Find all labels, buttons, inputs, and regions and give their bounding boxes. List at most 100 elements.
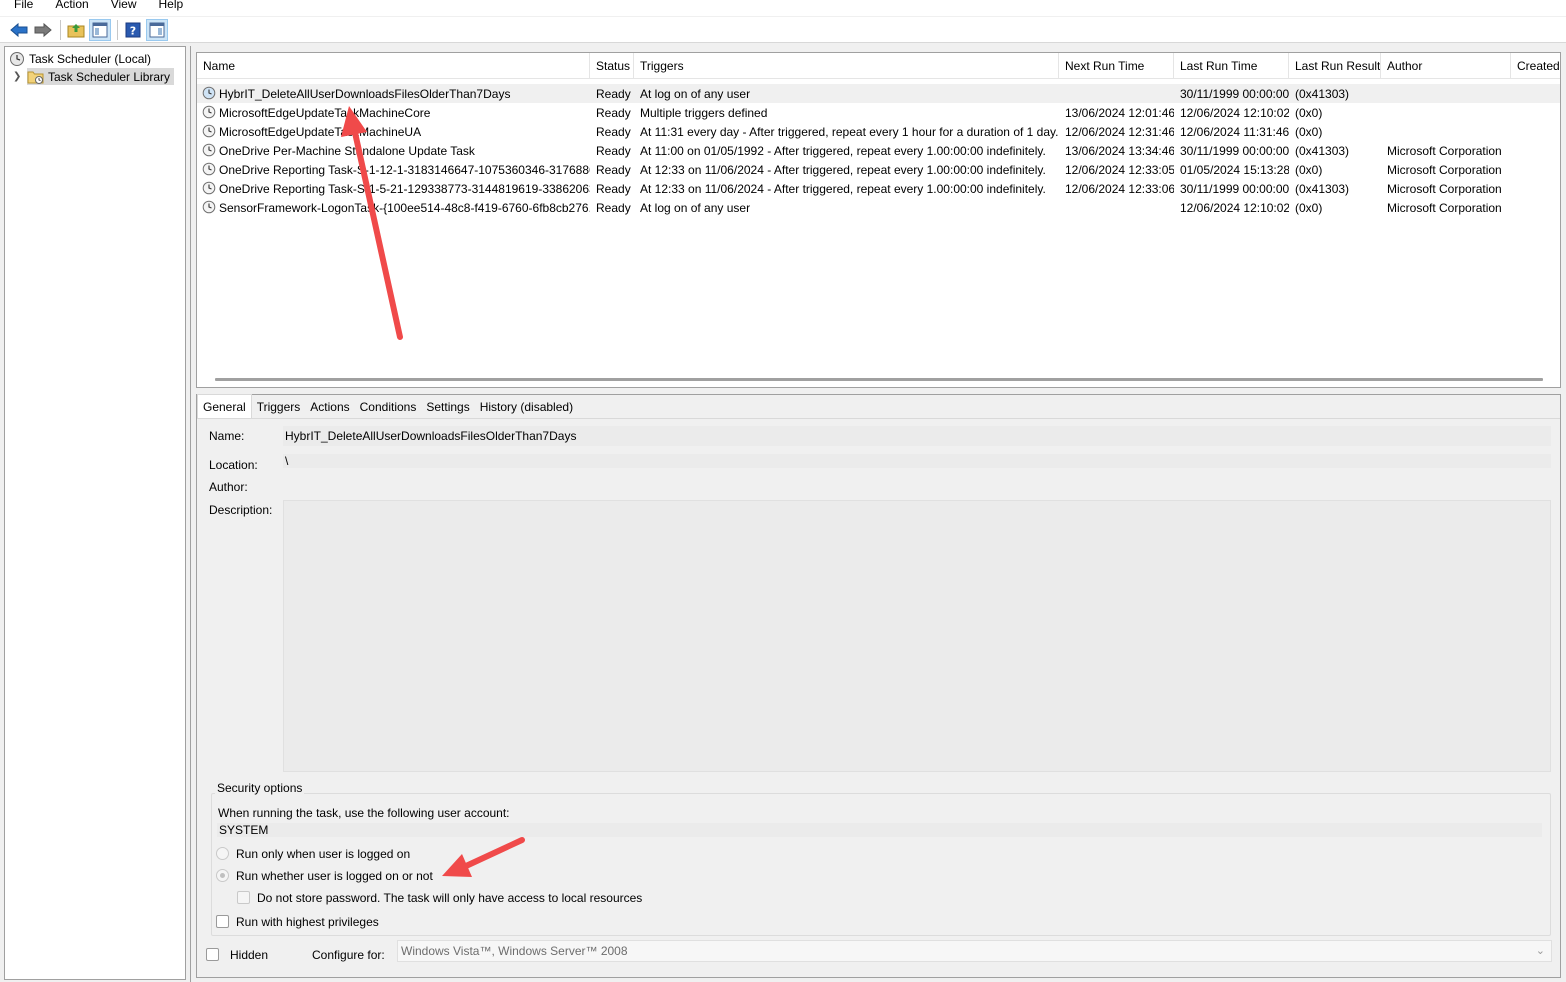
task-clock-icon bbox=[202, 143, 216, 157]
task-name-cell: MicrosoftEdgeUpdateTaskMachineUA bbox=[219, 124, 422, 139]
run-highest-privileges-label: Run with highest privileges bbox=[236, 915, 379, 929]
toolbar-separator bbox=[117, 19, 118, 40]
configure-for-value: Windows Vista™, Windows Server™ 2008 bbox=[401, 944, 628, 958]
menu-help[interactable]: Help bbox=[159, 0, 184, 11]
column-header-last-run-time[interactable]: Last Run Time bbox=[1174, 53, 1289, 79]
help-icon: ? bbox=[125, 22, 141, 37]
task-author-cell: Microsoft Corporation bbox=[1387, 162, 1502, 177]
column-header-author[interactable]: Author bbox=[1381, 53, 1511, 79]
account-prompt: When running the task, use the following… bbox=[218, 806, 510, 820]
task-result-cell: (0x0) bbox=[1295, 200, 1323, 215]
task-result-cell: (0x0) bbox=[1295, 162, 1323, 177]
do-not-store-password-label: Do not store password. The task will onl… bbox=[257, 891, 643, 905]
task-author-cell: Microsoft Corporation bbox=[1387, 200, 1502, 215]
task-triggers-cell: At 12:33 on 11/06/2024 - After triggered… bbox=[640, 181, 1046, 196]
console-tree: Task Scheduler (Local) ❯ Task Scheduler … bbox=[4, 46, 186, 980]
tree-expander[interactable]: ❯ bbox=[13, 68, 21, 85]
task-last-run-cell: 30/11/1999 00:00:00 bbox=[1180, 181, 1289, 196]
tab-actions[interactable]: Actions bbox=[305, 396, 354, 418]
task-last-run-cell: 30/11/1999 00:00:00 bbox=[1180, 86, 1289, 101]
column-header-status[interactable]: Status bbox=[590, 53, 634, 79]
task-author-cell: Microsoft Corporation bbox=[1387, 143, 1502, 158]
run-whether-logged-on-radio[interactable] bbox=[216, 869, 229, 882]
back-button[interactable] bbox=[8, 19, 30, 41]
details-tabs: General Triggers Actions Conditions Sett… bbox=[197, 394, 1560, 419]
column-header-next-run-time[interactable]: Next Run Time bbox=[1059, 53, 1174, 79]
table-row[interactable]: OneDrive Reporting Task-S-1-12-1-3183146… bbox=[197, 160, 1560, 179]
task-result-cell: (0x41303) bbox=[1295, 181, 1350, 196]
column-header-triggers[interactable]: Triggers bbox=[634, 53, 1059, 79]
task-triggers-cell: At log on of any user bbox=[640, 200, 751, 215]
table-row[interactable]: MicrosoftEdgeUpdateTaskMachineUA Ready At … bbox=[197, 122, 1560, 141]
task-status-cell: Ready bbox=[596, 162, 631, 177]
menu-bar: File Action View Help bbox=[0, 0, 1566, 16]
task-list: Name Status Triggers Next Run Time Last … bbox=[196, 52, 1561, 388]
task-last-run-cell: 12/06/2024 12:10:02 bbox=[1180, 105, 1289, 120]
table-row[interactable]: HybrIT_DeleteAllUserDownloadsFilesOlderT… bbox=[197, 84, 1560, 103]
run-only-logged-on-radio[interactable] bbox=[216, 847, 229, 860]
tab-settings[interactable]: Settings bbox=[421, 396, 474, 418]
table-row[interactable]: SensorFramework-LogonTask-{100ee514-48c8… bbox=[197, 198, 1560, 217]
name-label: Name: bbox=[209, 429, 245, 443]
configure-for-select[interactable]: Windows Vista™, Windows Server™ 2008 ⌄ bbox=[397, 940, 1552, 962]
author-label: Author: bbox=[209, 480, 248, 494]
run-highest-privileges-checkbox[interactable] bbox=[216, 915, 229, 928]
up-one-level-button[interactable] bbox=[65, 19, 87, 41]
task-author-cell bbox=[1381, 122, 1511, 141]
menu-view[interactable]: View bbox=[111, 0, 137, 11]
task-last-run-cell: 01/05/2024 15:13:28 bbox=[1180, 162, 1289, 177]
task-result-cell: (0x41303) bbox=[1295, 86, 1350, 101]
task-result-cell: (0x0) bbox=[1295, 105, 1323, 120]
column-header-created[interactable]: Created bbox=[1511, 53, 1560, 79]
show-hide-console-tree-button[interactable] bbox=[89, 18, 111, 41]
task-clock-icon bbox=[202, 124, 216, 138]
forward-arrow-icon bbox=[34, 22, 52, 37]
task-triggers-cell: At 11:31 every day - After triggered, re… bbox=[640, 124, 1059, 139]
menu-action[interactable]: Action bbox=[55, 0, 88, 11]
task-author-cell bbox=[1381, 103, 1511, 122]
task-clock-icon bbox=[202, 105, 216, 119]
location-label: Location: bbox=[209, 458, 258, 472]
table-row[interactable]: OneDrive Per-Machine Standalone Update T… bbox=[197, 141, 1560, 160]
column-header-name[interactable]: Name bbox=[197, 53, 590, 79]
content-pane: Name Status Triggers Next Run Time Last … bbox=[190, 46, 1566, 982]
task-author-cell bbox=[1381, 84, 1511, 103]
table-row[interactable]: MicrosoftEdgeUpdateTaskMachineCore Ready M… bbox=[197, 103, 1560, 122]
task-name-cell: SensorFramework-LogonTask-{100ee514-48c8… bbox=[219, 200, 590, 215]
tab-triggers[interactable]: Triggers bbox=[252, 396, 306, 418]
task-author-cell: Microsoft Corporation bbox=[1387, 181, 1502, 196]
toolbar: ? bbox=[0, 17, 1566, 43]
configure-for-label: Configure for: bbox=[312, 948, 385, 962]
task-list-header: Name Status Triggers Next Run Time Last … bbox=[197, 53, 1560, 79]
description-label: Description: bbox=[209, 503, 273, 517]
description-field[interactable] bbox=[283, 500, 1551, 772]
hidden-label: Hidden bbox=[230, 948, 269, 962]
task-triggers-cell: Multiple triggers defined bbox=[640, 105, 768, 120]
folder-clock-icon bbox=[27, 71, 44, 84]
toolbar-separator bbox=[60, 19, 61, 40]
chevron-down-icon: ⌄ bbox=[1535, 945, 1545, 957]
task-clock-icon bbox=[202, 200, 216, 214]
help-button[interactable]: ? bbox=[122, 19, 144, 41]
task-name-cell: OneDrive Per-Machine Standalone Update T… bbox=[219, 143, 475, 158]
tree-item-task-scheduler-local[interactable]: Task Scheduler (Local) bbox=[9, 50, 151, 67]
horizontal-scrollbar[interactable] bbox=[215, 378, 1543, 381]
task-next-run-cell: 13/06/2024 12:01:46 bbox=[1065, 105, 1174, 120]
do-not-store-password-checkbox[interactable] bbox=[237, 891, 250, 904]
task-name-cell: OneDrive Reporting Task-S-1-12-1-3183146… bbox=[219, 162, 590, 177]
name-field[interactable]: HybrIT_DeleteAllUserDownloadsFilesOlderT… bbox=[283, 426, 1551, 446]
show-hide-action-pane-button[interactable] bbox=[146, 18, 168, 41]
hidden-checkbox[interactable] bbox=[206, 948, 219, 961]
menu-file[interactable]: File bbox=[14, 0, 33, 11]
svg-text:?: ? bbox=[130, 24, 136, 37]
location-field[interactable]: \ bbox=[283, 454, 1551, 468]
tree-item-task-scheduler-library[interactable]: Task Scheduler Library bbox=[27, 68, 175, 85]
forward-button[interactable] bbox=[32, 19, 54, 41]
tab-conditions[interactable]: Conditions bbox=[355, 396, 422, 418]
task-clock-icon bbox=[202, 162, 216, 176]
tab-history[interactable]: History (disabled) bbox=[475, 396, 578, 418]
tab-general[interactable]: General bbox=[197, 394, 252, 418]
column-header-last-run-result[interactable]: Last Run Result bbox=[1289, 53, 1381, 79]
table-row[interactable]: OneDrive Reporting Task-S-1-5-21-1293387… bbox=[197, 179, 1560, 198]
chevron-right-icon: ❯ bbox=[13, 71, 22, 82]
